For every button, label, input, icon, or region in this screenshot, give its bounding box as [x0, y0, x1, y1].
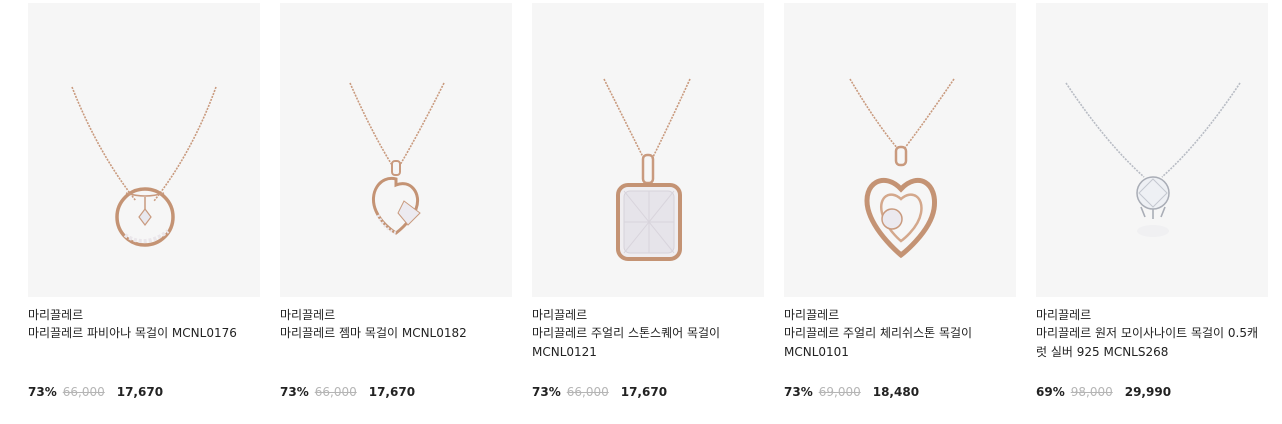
necklace-circle-pendant-icon — [71, 86, 217, 247]
product-brand[interactable]: 마리끌레르 — [532, 306, 764, 324]
discount-rate: 73% — [532, 385, 561, 399]
product-brand[interactable]: 마리끌레르 — [784, 306, 1016, 324]
price-row: 73% 69,000 18,480 — [784, 383, 1016, 401]
discount-rate: 69% — [1036, 385, 1065, 399]
price-row: 73% 66,000 17,670 — [28, 383, 260, 401]
product-image[interactable] — [28, 3, 260, 297]
sale-price: 18,480 — [872, 385, 920, 399]
product-brand[interactable]: 마리끌레르 — [1036, 306, 1268, 324]
necklace-heart-pendant-icon — [349, 82, 445, 235]
original-price: 98,000 — [1070, 385, 1113, 399]
original-price: 69,000 — [818, 385, 861, 399]
product-card[interactable]: 마리끌레르 마리끌레르 주얼리 체리쉬스톤 목걸이 MCNL0101 73% 6… — [784, 3, 1016, 401]
product-card[interactable]: 마리끌레르 마리끌레르 파비아나 목걸이 MCNL0176 73% 66,000… — [28, 3, 260, 401]
original-price: 66,000 — [314, 385, 357, 399]
necklace-square-stone-icon — [603, 78, 691, 261]
product-brand[interactable]: 마리끌레르 — [280, 306, 512, 324]
necklace-double-heart-icon — [849, 78, 955, 259]
product-card[interactable]: 마리끌레르 마리끌레르 주얼리 스톤스퀘어 목걸이 MCNL0121 73% 6… — [532, 3, 764, 401]
sale-price: 29,990 — [1124, 385, 1172, 399]
product-brand[interactable]: 마리끌레르 — [28, 306, 260, 324]
product-name[interactable]: 마리끌레르 파비아나 목걸이 MCNL0176 — [28, 324, 260, 381]
price-row: 73% 66,000 17,670 — [532, 383, 764, 401]
product-name[interactable]: 마리끌레르 젬마 목걸이 MCNL0182 — [280, 324, 512, 381]
price-row: 73% 66,000 17,670 — [280, 383, 512, 401]
original-price: 66,000 — [62, 385, 105, 399]
necklace-solitaire-icon — [1065, 82, 1241, 237]
sale-price: 17,670 — [368, 385, 416, 399]
product-image[interactable] — [1036, 3, 1268, 297]
product-name[interactable]: 마리끌레르 주얼리 체리쉬스톤 목걸이 MCNL0101 — [784, 324, 1016, 381]
product-card[interactable]: 마리끌레르 마리끌레르 젬마 목걸이 MCNL0182 73% 66,000 1… — [280, 3, 512, 401]
price-row: 69% 98,000 29,990 — [1036, 383, 1268, 401]
product-image[interactable] — [532, 3, 764, 297]
original-price: 66,000 — [566, 385, 609, 399]
sale-price: 17,670 — [116, 385, 164, 399]
product-image[interactable] — [280, 3, 512, 297]
discount-rate: 73% — [28, 385, 57, 399]
sale-price: 17,670 — [620, 385, 668, 399]
product-card[interactable]: 마리끌레르 마리끌레르 원저 모이사나이트 목걸이 0.5캐럿 실버 925 M… — [1036, 3, 1268, 401]
product-image[interactable] — [784, 3, 1016, 297]
product-name[interactable]: 마리끌레르 주얼리 스톤스퀘어 목걸이 MCNL0121 — [532, 324, 764, 381]
discount-rate: 73% — [784, 385, 813, 399]
product-grid: 마리끌레르 마리끌레르 파비아나 목걸이 MCNL0176 73% 66,000… — [0, 0, 1282, 424]
product-name[interactable]: 마리끌레르 원저 모이사나이트 목걸이 0.5캐럿 실버 925 MCNLS26… — [1036, 324, 1268, 381]
discount-rate: 73% — [280, 385, 309, 399]
